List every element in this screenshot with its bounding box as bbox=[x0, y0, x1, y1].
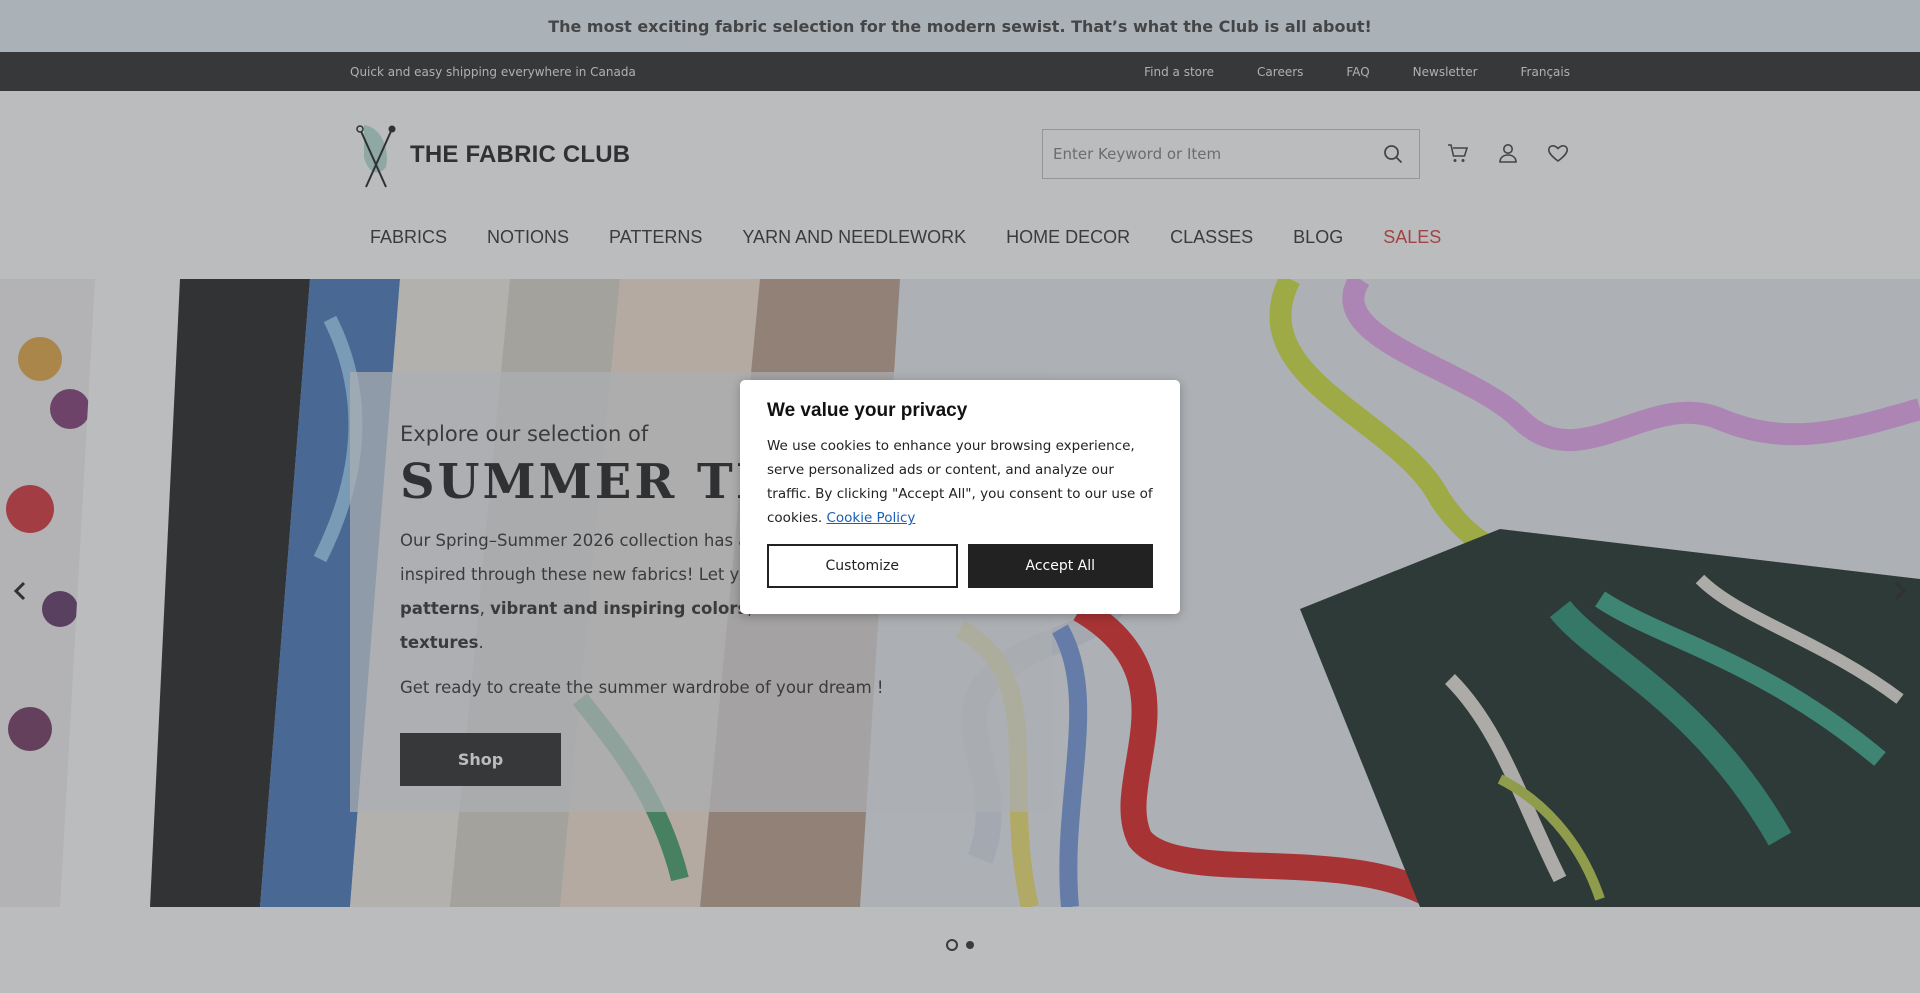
cookie-policy-link[interactable]: Cookie Policy bbox=[826, 510, 915, 526]
cookie-actions: Customize Accept All bbox=[767, 544, 1153, 588]
accept-all-button[interactable]: Accept All bbox=[967, 544, 1153, 588]
cookie-text: We use cookies to enhance your browsing … bbox=[767, 434, 1153, 530]
cookie-title: We value your privacy bbox=[767, 400, 968, 421]
cookie-description: We use cookies to enhance your browsing … bbox=[767, 438, 1153, 526]
cookie-consent-dialog: We value your privacy We use cookies to … bbox=[740, 380, 1180, 614]
customize-button[interactable]: Customize bbox=[767, 544, 958, 588]
